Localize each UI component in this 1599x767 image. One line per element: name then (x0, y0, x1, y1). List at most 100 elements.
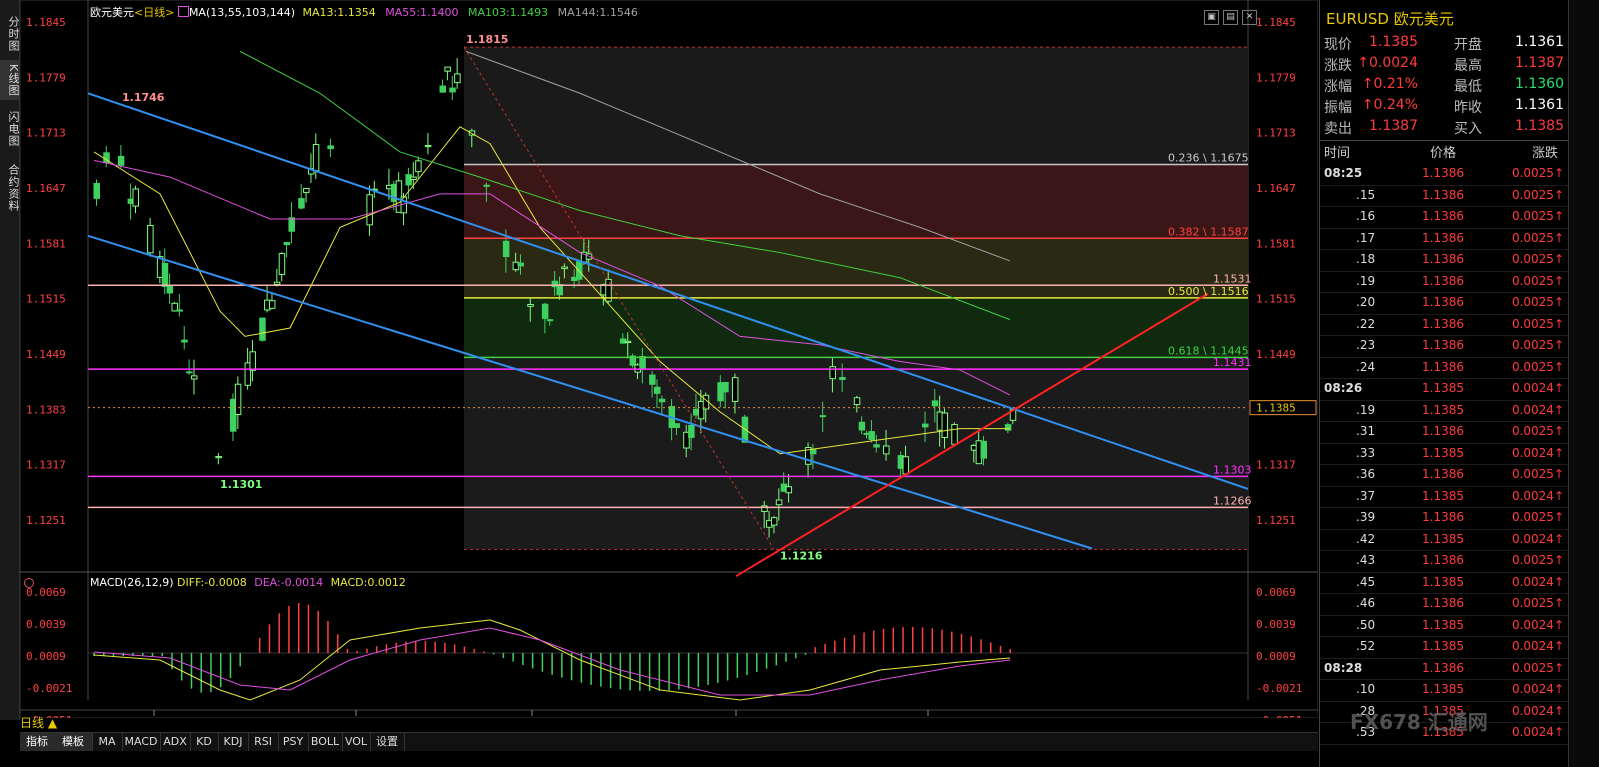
window-icon[interactable]: ▤ (1223, 10, 1238, 25)
indicator-tab[interactable]: KDJ (218, 733, 249, 751)
tick-price: 1.1385 (1422, 682, 1464, 696)
candle-body (868, 431, 875, 440)
price-axis-right-label: 1.1779 (1256, 71, 1296, 84)
ma-settings-icon[interactable] (177, 6, 189, 17)
tick-row: .36 1.1386 0.0025↑ (1320, 464, 1568, 487)
horizontal-level-label: 1.1531 (1213, 272, 1252, 285)
fib-level-label: 0.500 \ 1.1516 (1168, 285, 1249, 298)
candle-body (303, 187, 310, 193)
indicator-tab[interactable]: RSI (248, 733, 279, 751)
tick-price: 1.1386 (1422, 553, 1464, 567)
candle-body (546, 319, 554, 322)
left-tab-strip: 分时图 K线图 闪电图 合约资料 (0, 0, 20, 720)
legend-ma144: MA144:1.1546 (557, 6, 638, 19)
candle-body (312, 144, 320, 172)
quote-value: 1.1387 (1515, 55, 1564, 71)
indicator-tab[interactable]: KD (190, 733, 219, 751)
restore-icon[interactable]: ▣ (1204, 10, 1219, 25)
price-axis-right-label: 1.1251 (1256, 514, 1296, 527)
candle-body (785, 486, 793, 494)
candle-body (234, 383, 242, 415)
tick-row: .31 1.1386 0.0025↑ (1320, 421, 1568, 444)
tick-time: 08:28 (1324, 660, 1363, 675)
tick-change: 0.0025↑ (1511, 252, 1564, 266)
candle-body (639, 356, 646, 369)
price-axis-left-label: 1.1515 (26, 293, 66, 306)
indicator-tab[interactable]: VOL (342, 733, 371, 751)
macd-axis-left-label: 0.0039 (26, 618, 66, 631)
tick-price: 1.1385 (1422, 617, 1464, 632)
close-icon[interactable]: ✕ (1242, 10, 1257, 25)
tick-row: 08:25 1.1386 0.0025↑ (1320, 163, 1568, 186)
indicator-tab[interactable]: 设置 (370, 733, 405, 751)
macd-dea: DEA:-0.0014 (254, 576, 324, 589)
quote-value: ↑0.21% (1361, 76, 1418, 92)
tick-change: 0.0024↑ (1511, 617, 1564, 632)
indicator-tab[interactable]: MACD (122, 733, 161, 751)
quote-row: 涨幅 ↑0.21% 最低 1.1360 (1320, 76, 1568, 97)
tick-row: .17 1.1386 0.0025↑ (1320, 228, 1568, 250)
indicator-tab[interactable]: ADX (160, 733, 191, 751)
fib-zone (464, 47, 1248, 165)
tab-timeshare[interactable]: 分时图 (0, 10, 20, 58)
price-axis-right-label: 1.1581 (1256, 237, 1296, 250)
tab-contract-info[interactable]: 合约资料 (0, 158, 20, 218)
candle-body (483, 184, 490, 187)
legend-ma55: MA55:1.1400 (385, 6, 459, 19)
tick-time: .22 (1356, 316, 1376, 331)
quote-label: 最低 (1454, 79, 1482, 95)
tick-change: 0.0025↑ (1511, 295, 1564, 309)
candle-body (556, 284, 563, 296)
candle-body (273, 281, 281, 285)
quote-label: 涨幅 (1324, 79, 1352, 95)
tick-row: .24 1.1386 0.0025↑ (1320, 357, 1568, 379)
tick-change: 0.0024↑ (1511, 488, 1564, 503)
quote-symbol: EURUSD 欧元美元 (1326, 10, 1454, 28)
tick-time: .10 (1356, 682, 1376, 696)
candle-body (215, 456, 222, 459)
tick-change: 0.0025↑ (1511, 467, 1564, 481)
candle-body (181, 339, 188, 343)
tick-time: .18 (1356, 252, 1376, 266)
candle-body (1004, 424, 1012, 431)
tab-kline[interactable]: K线图 (0, 60, 20, 100)
indicator-tab[interactable]: MA (92, 733, 123, 751)
candle-body (688, 424, 695, 438)
candle-body (93, 182, 100, 199)
price-axis-left-label: 1.1383 (26, 403, 66, 416)
candle-body (259, 317, 266, 341)
price-axis-left-label: 1.1779 (26, 71, 66, 84)
tab-flash-chart[interactable]: 闪电图 (0, 106, 20, 152)
kline-chart[interactable]: 1.1845 1.1845 1.1779 1.1779 1.1713 1.1713 1.16… (20, 0, 1318, 718)
tick-row: .15 1.1386 0.0025↑ (1320, 185, 1568, 207)
candle-body (527, 304, 534, 307)
macd-settings-icon[interactable] (24, 578, 34, 588)
candle-body (980, 440, 988, 459)
tick-change: 0.0024↑ (1511, 381, 1564, 395)
date-axis-label: 2018/12 (908, 717, 954, 718)
indicator-tab[interactable]: BOLL (308, 733, 343, 751)
tick-time: .31 (1356, 424, 1376, 438)
indicator-tab[interactable]: 模板 (54, 733, 93, 751)
candle-body (444, 66, 451, 72)
tick-change: 0.0025↑ (1511, 338, 1564, 352)
candle-body (298, 198, 305, 209)
tick-price: 1.1386 (1422, 660, 1464, 675)
tick-change: 0.0025↑ (1511, 424, 1564, 438)
price-axis-left-label: 1.1581 (26, 237, 66, 250)
tick-time: .16 (1356, 209, 1376, 223)
candle-body (449, 87, 456, 93)
candle-body (186, 371, 193, 374)
tick-price: 1.1385 (1422, 574, 1464, 589)
tick-change: 0.0024↑ (1511, 402, 1564, 417)
candle-body (176, 309, 183, 312)
scrollbar[interactable] (1568, 0, 1599, 767)
date-axis-label: 2018/10 (512, 717, 558, 718)
candle-body (166, 285, 174, 294)
period-button[interactable]: 日线 ▲ (20, 716, 80, 731)
indicator-tab[interactable]: 指标 (20, 733, 55, 751)
tick-change: 0.0024↑ (1511, 703, 1564, 718)
tick-row: .50 1.1385 0.0024↑ (1320, 615, 1568, 637)
tick-change: 0.0025↑ (1511, 553, 1564, 567)
indicator-tab[interactable]: PSY (278, 733, 309, 751)
